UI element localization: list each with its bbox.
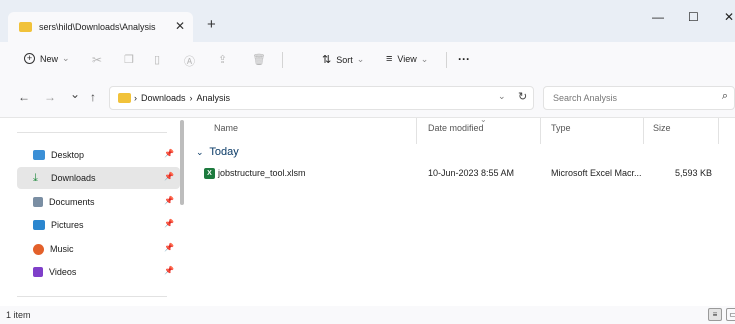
- breadcrumb-analysis[interactable]: Analysis: [197, 93, 231, 103]
- pin-icon: 📌: [164, 149, 174, 158]
- navigation-scrollbar[interactable]: [180, 120, 184, 205]
- column-divider: [540, 118, 541, 144]
- breadcrumb-separator-icon: ›: [134, 93, 137, 103]
- desktop-icon: [33, 150, 45, 160]
- file-date: 10-Jun-2023 8:55 AM: [428, 168, 515, 178]
- chevron-down-icon[interactable]: ⌄: [498, 91, 506, 102]
- file-name: jobstructure_tool.xlsm: [218, 168, 306, 178]
- back-button[interactable]: ←: [18, 90, 30, 104]
- view-button[interactable]: ≡ View ⌄: [386, 53, 428, 65]
- address-row: ← → ⌄ ↑ › Downloads › Analysis ⌄ ↻ Searc…: [0, 78, 735, 118]
- sidebar-item-label: Desktop: [51, 150, 85, 160]
- chevron-down-icon: ⌄: [420, 53, 429, 64]
- toolbar-divider: [446, 52, 447, 68]
- file-list: Name Date modified ⌄ Type Size ⌄ Today X…: [190, 115, 735, 306]
- sort-label: Sort: [336, 54, 353, 65]
- column-header-type[interactable]: Type: [551, 123, 571, 133]
- recent-locations-button[interactable]: ⌄: [70, 87, 80, 101]
- sidebar-item-label: Music: [50, 244, 74, 254]
- sidebar-item-pictures[interactable]: Pictures 📌: [17, 214, 180, 236]
- minimize-button[interactable]: —: [652, 10, 664, 24]
- rename-icon[interactable]: Ⓐ: [184, 53, 195, 69]
- column-divider: [416, 118, 417, 144]
- paste-icon[interactable]: ▯: [154, 53, 160, 66]
- copy-icon[interactable]: ❐: [124, 53, 134, 66]
- column-divider: [643, 118, 644, 144]
- search-placeholder: Search Analysis: [553, 93, 618, 103]
- pin-icon: 📌: [164, 243, 174, 252]
- pictures-icon: [33, 220, 45, 230]
- download-icon: ⤓: [33, 171, 38, 184]
- sidebar-item-label: Pictures: [51, 220, 84, 230]
- sidebar-item-videos[interactable]: Videos 📌: [17, 261, 180, 283]
- folder-icon: [118, 93, 131, 103]
- tiles-view-button[interactable]: ▭: [726, 308, 735, 321]
- sort-indicator-icon: ⌄: [480, 115, 487, 124]
- sidebar-divider: [17, 132, 167, 133]
- column-header-name[interactable]: Name: [214, 123, 238, 133]
- close-window-button[interactable]: ✕: [724, 10, 734, 24]
- up-button[interactable]: ↑: [90, 90, 96, 104]
- search-input[interactable]: Search Analysis ⌕: [543, 86, 735, 110]
- tab-title: sers\hild\Downloads\Analysis: [39, 22, 156, 32]
- close-tab-icon[interactable]: ✕: [175, 19, 185, 33]
- status-bar: 1 item ≡ ▭: [0, 306, 735, 324]
- forward-button[interactable]: →: [44, 90, 56, 104]
- sidebar-item-downloads[interactable]: ⤓ Downloads 📌: [17, 167, 180, 189]
- sidebar-item-label: Documents: [49, 197, 95, 207]
- sidebar-item-music[interactable]: Music 📌: [17, 238, 180, 260]
- item-count: 1 item: [6, 310, 31, 320]
- excel-file-icon: X: [204, 168, 215, 179]
- search-icon: ⌕: [721, 90, 728, 102]
- plus-circle-icon: +: [24, 53, 35, 64]
- new-label: New: [40, 53, 59, 64]
- sort-button[interactable]: ⇅ Sort ⌄: [322, 53, 364, 66]
- table-row[interactable]: X jobstructure_tool.xlsm 10-Jun-2023 8:5…: [200, 166, 720, 184]
- new-button[interactable]: + New ⌄: [24, 53, 70, 64]
- view-icon: ≡: [386, 53, 393, 65]
- chevron-down-icon: ⌄: [62, 53, 70, 63]
- title-bar: sers\hild\Downloads\Analysis ✕ + — ☐ ✕: [0, 0, 735, 42]
- navigation-pane: Desktop 📌 ⤓ Downloads 📌 Documents 📌 Pict…: [0, 118, 180, 306]
- delete-icon[interactable]: 🗑: [252, 53, 266, 66]
- toolbar-divider: [282, 52, 283, 68]
- breadcrumb-separator-icon: ›: [189, 93, 193, 103]
- documents-icon: [33, 197, 43, 207]
- sidebar-item-desktop[interactable]: Desktop 📌: [17, 144, 180, 166]
- command-bar: + New ⌄ ✂ ❐ ▯ Ⓐ ⇪ 🗑 ⇅ Sort ⌄ ≡ View ⌄ ··…: [0, 42, 735, 78]
- pin-icon: 📌: [164, 172, 174, 181]
- details-view-button[interactable]: ≡: [708, 308, 722, 321]
- videos-icon: [33, 267, 43, 277]
- file-size: 5,593 KB: [675, 168, 713, 178]
- group-label: Today: [209, 146, 239, 158]
- group-header-today[interactable]: ⌄ Today: [196, 146, 239, 158]
- folder-icon: [19, 22, 32, 32]
- refresh-button[interactable]: ↻: [518, 90, 527, 103]
- sidebar-item-label: Downloads: [51, 173, 96, 183]
- view-label: View: [397, 54, 417, 64]
- more-options-button[interactable]: ···: [458, 52, 470, 66]
- chevron-down-icon: ⌄: [356, 54, 365, 64]
- sort-icon: ⇅: [322, 54, 332, 66]
- file-type: Microsoft Excel Macr...: [551, 168, 642, 178]
- sidebar-divider: [17, 296, 167, 297]
- column-header-date[interactable]: Date modified: [428, 123, 484, 133]
- maximize-button[interactable]: ☐: [688, 10, 699, 24]
- pin-icon: 📌: [164, 266, 174, 275]
- breadcrumb-downloads[interactable]: Downloads: [141, 93, 186, 103]
- column-header-size[interactable]: Size: [653, 123, 671, 133]
- column-divider: [718, 118, 719, 144]
- music-icon: [33, 243, 44, 255]
- pin-icon: 📌: [164, 196, 174, 205]
- chevron-down-icon: ⌄: [196, 147, 204, 157]
- share-icon[interactable]: ⇪: [218, 53, 227, 66]
- sidebar-item-label: Videos: [49, 267, 77, 277]
- sidebar-item-documents[interactable]: Documents 📌: [17, 191, 180, 213]
- cut-icon[interactable]: ✂: [92, 53, 102, 67]
- tab-analysis[interactable]: sers\hild\Downloads\Analysis ✕: [8, 12, 193, 42]
- pin-icon: 📌: [164, 219, 174, 228]
- address-bar[interactable]: › Downloads › Analysis ⌄ ↻: [109, 86, 534, 110]
- new-tab-button[interactable]: +: [207, 16, 216, 33]
